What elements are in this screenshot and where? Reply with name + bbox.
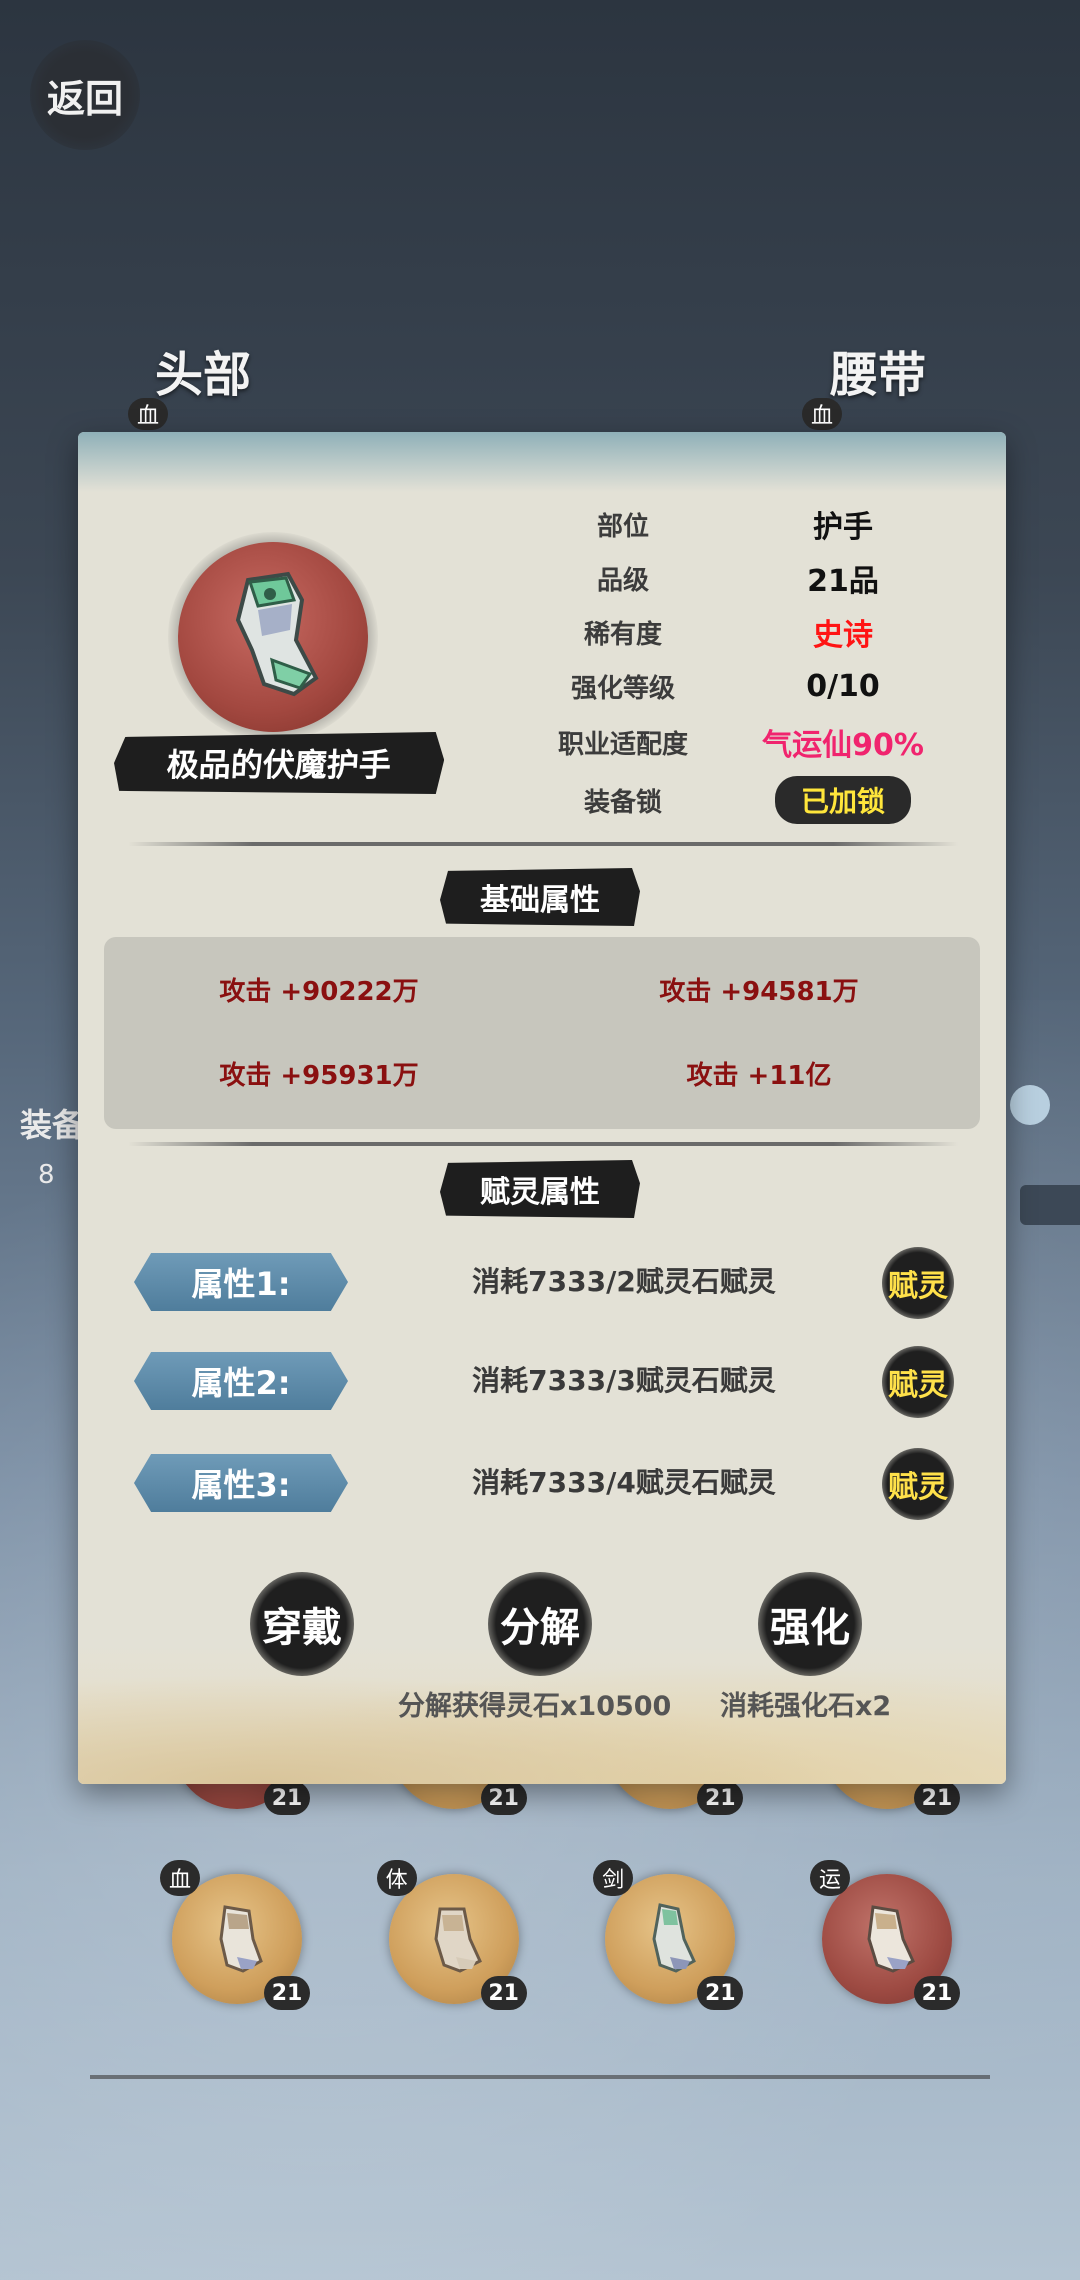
info-value: 0/10 — [806, 668, 880, 704]
inventory-item[interactable]: 血 21 — [160, 1860, 310, 2010]
spirit-row-2: 属性2: 消耗7333/3赋灵石赋灵 赋灵 — [134, 1346, 954, 1418]
spirit-button[interactable]: 赋灵 — [882, 1247, 954, 1319]
lock-toggle-button[interactable]: 已加锁 — [774, 776, 911, 824]
inventory-item[interactable]: 体 21 — [376, 1860, 527, 2010]
item-level-badge: 21 — [697, 1976, 744, 2010]
rarity-value: 史诗 — [813, 618, 873, 653]
spirit-button[interactable]: 赋灵 — [882, 1448, 954, 1520]
base-attributes-panel: 攻击 +90222万 攻击 +94581万 攻击 +95931万 攻击 +11亿 — [104, 937, 980, 1129]
inventory-row-2: 血 21 体 21 剑 21 运 21 — [160, 1860, 960, 2010]
enhance-button[interactable]: 强化 — [758, 1572, 862, 1676]
item-level-badge: 21 — [697, 1781, 744, 1815]
item-medal — [168, 532, 378, 742]
base-stat: 攻击 +95931万 — [219, 1061, 419, 1091]
modal-header-band — [78, 432, 1006, 492]
gauntlet-icon — [198, 560, 348, 714]
spirit-attribute-tag: 属性2: — [134, 1352, 348, 1410]
base-stat: 攻击 +94581万 — [659, 977, 859, 1007]
wear-button[interactable]: 穿戴 — [250, 1572, 354, 1676]
info-key: 职业适配度 — [557, 729, 688, 760]
belt-slot-label: 腰带 — [830, 347, 927, 403]
info-key: 装备锁 — [583, 787, 662, 818]
info-row-grade: 品级 21品 — [518, 551, 958, 605]
spirit-button[interactable]: 赋灵 — [882, 1346, 954, 1418]
item-level-badge: 21 — [913, 1976, 960, 2010]
info-row-enhance: 强化等级 0/10 — [518, 659, 958, 713]
fit-value: 气运仙90% — [762, 728, 924, 763]
divider — [128, 842, 958, 846]
spirit-attributes-title: 赋灵属性 — [440, 1160, 640, 1218]
divider — [128, 1142, 958, 1146]
item-name-banner: 极品的伏魔护手 — [112, 732, 445, 794]
info-row-rarity: 稀有度 史诗 — [518, 605, 958, 659]
item-level-badge: 21 — [913, 1781, 960, 1815]
spirit-attribute-tag: 属性1: — [134, 1253, 348, 1311]
item-medal-inner — [178, 542, 368, 732]
decompose-button[interactable]: 分解 — [488, 1572, 592, 1676]
item-type-tag: 剑 — [593, 1860, 634, 1896]
item-level-badge: 21 — [264, 1976, 310, 2010]
info-key: 部位 — [596, 511, 649, 542]
equip-side-label: 装备 — [20, 1106, 85, 1144]
inventory-item[interactable]: 运 21 — [809, 1860, 960, 2010]
item-level-badge: 21 — [480, 1781, 527, 1815]
head-slot-badge: 血 — [128, 398, 168, 430]
info-row-fit: 职业适配度 气运仙90% — [518, 713, 958, 771]
gauntlet-icon — [197, 1899, 277, 1979]
item-type-tag: 运 — [809, 1860, 850, 1896]
lock-cell: 已加锁 — [728, 776, 958, 824]
spirit-cost-text: 消耗7333/2赋灵石赋灵 — [472, 1265, 776, 1298]
item-type-tag: 血 — [160, 1860, 200, 1896]
base-stat: 攻击 +90222万 — [219, 977, 419, 1007]
info-key: 品级 — [596, 565, 649, 596]
equip-side-count: 8 — [38, 1160, 55, 1190]
info-row-lock: 装备锁 已加锁 — [518, 771, 958, 829]
info-value: 21品 — [807, 564, 879, 599]
gauntlet-icon — [414, 1899, 494, 1979]
item-type-tag: 体 — [376, 1860, 417, 1896]
spirit-cost-text: 消耗7333/4赋灵石赋灵 — [472, 1466, 776, 1499]
spirit-cost-text: 消耗7333/3赋灵石赋灵 — [472, 1364, 776, 1397]
enhance-cost-note: 消耗强化石x2 — [720, 1691, 892, 1722]
equipment-detail-modal: 极品的伏魔护手 部位 护手 品级 21品 稀有度 史诗 强化等级 0/10 职业… — [78, 432, 1006, 1784]
inventory-bottom-divider — [90, 2075, 990, 2079]
inventory-item[interactable]: 剑 21 — [593, 1860, 744, 2010]
gauntlet-icon — [847, 1899, 927, 1979]
info-key: 稀有度 — [583, 619, 662, 650]
spirit-row-1: 属性1: 消耗7333/2赋灵石赋灵 赋灵 — [134, 1247, 954, 1319]
side-tab[interactable] — [1020, 1185, 1080, 1225]
item-level-badge: 21 — [264, 1781, 310, 1815]
spirit-row-3: 属性3: 消耗7333/4赋灵石赋灵 赋灵 — [134, 1448, 954, 1520]
base-attributes-title: 基础属性 — [440, 868, 640, 926]
belt-slot-badge: 血 — [802, 398, 842, 430]
info-key: 强化等级 — [570, 673, 675, 704]
back-button[interactable]: 返回 — [30, 40, 140, 150]
spirit-attribute-tag: 属性3: — [134, 1454, 348, 1512]
item-info-table: 部位 护手 品级 21品 稀有度 史诗 强化等级 0/10 职业适配度 气运仙9… — [518, 497, 958, 829]
side-bubble[interactable] — [1010, 1085, 1050, 1125]
info-value: 护手 — [813, 510, 873, 545]
gauntlet-icon — [630, 1899, 710, 1979]
info-row-slot: 部位 护手 — [518, 497, 958, 551]
item-level-badge: 21 — [480, 1976, 527, 2010]
head-slot-label: 头部 — [155, 347, 252, 403]
decompose-reward-note: 分解获得灵石x10500 — [398, 1691, 672, 1722]
base-stat: 攻击 +11亿 — [686, 1061, 832, 1091]
